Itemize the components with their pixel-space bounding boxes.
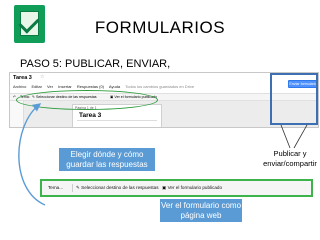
zoomed-toolbar: Tema... ✎ Seleccionar destino de las res…: [40, 179, 313, 197]
menu-archivo[interactable]: Archivo: [13, 84, 26, 89]
slide-subtitle: PASO 5: PUBLICAR, ENVIAR, GUARDAR RESPUE…: [20, 58, 171, 72]
view-icon: ▣: [162, 185, 167, 190]
menu-editar[interactable]: Editar: [31, 84, 41, 89]
menu-ver[interactable]: Ver: [47, 84, 53, 89]
menu-ayuda[interactable]: Ayuda: [109, 84, 120, 89]
callout-view-published: Ver el formulario como página web: [160, 199, 242, 222]
saved-status: Todos los cambios guardados en Drive: [125, 84, 195, 89]
line-publish-right: [293, 124, 308, 149]
edit-icon: ✎: [76, 185, 80, 190]
share-highlight-frame: [270, 73, 318, 125]
callout-choose-destination: Elegir dónde y cómo guardar las respuest…: [59, 148, 155, 171]
zoom-destination-label: Seleccionar destino de las respuestas: [81, 185, 159, 190]
menu-insertar[interactable]: Insertar: [58, 84, 72, 89]
canvas-sidebar: [10, 101, 24, 127]
toolbar-highlight-ellipse: [16, 90, 158, 110]
document-title: Tarea 3: [13, 75, 32, 81]
zoom-view-published-label: Ver el formulario publicado: [167, 185, 223, 190]
slide-title: FORMULARIOS: [94, 18, 226, 37]
line-publish-left: [280, 124, 291, 149]
zoom-separator: [72, 184, 73, 192]
callout-publish-send: Publicar y enviar/compartir: [263, 149, 317, 168]
zoom-theme[interactable]: Tema...: [48, 185, 63, 190]
title-divider: [77, 120, 157, 121]
menu-bar: Archivo Editar Ver Insertar Respuestas (…: [13, 84, 198, 89]
star-icon[interactable]: ☆: [40, 74, 44, 80]
zoom-view-published-button[interactable]: ▣ Ver el formulario publicado: [162, 185, 222, 191]
form-title[interactable]: Tarea 3: [79, 112, 101, 119]
menu-respuestas[interactable]: Respuestas (0): [77, 84, 104, 89]
zoom-destination-button[interactable]: ✎ Seleccionar destino de las respuestas: [76, 185, 159, 191]
